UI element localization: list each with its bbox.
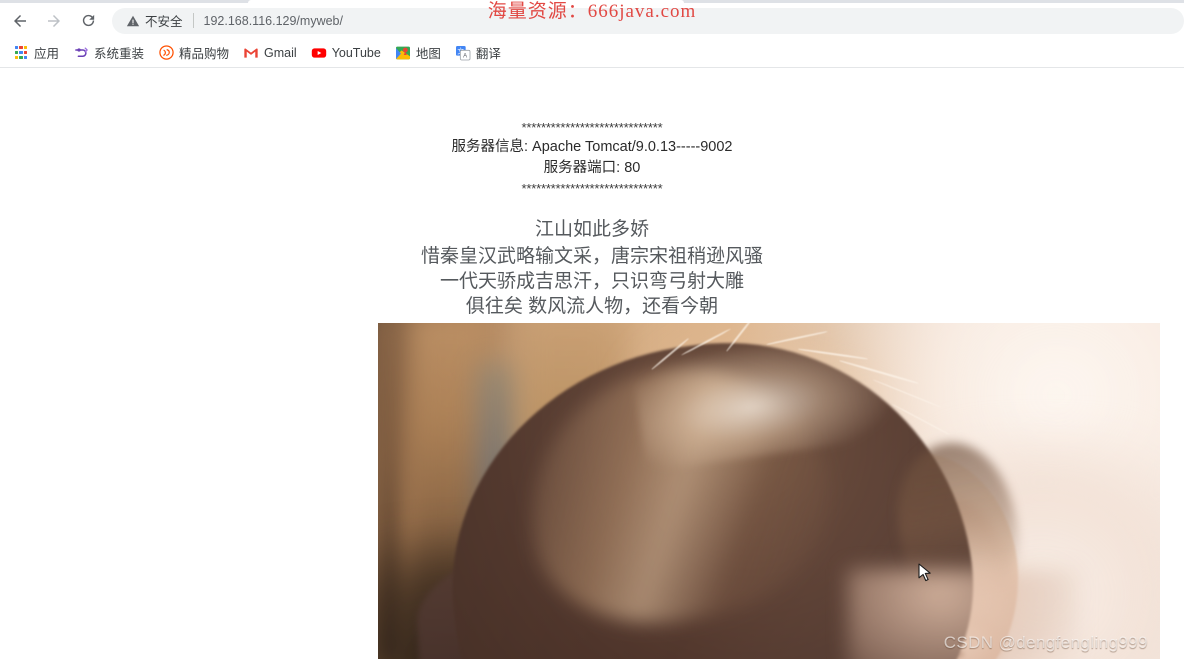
bookmark-shopping[interactable]: 精品购物 <box>151 41 236 64</box>
page-viewport: ***************************** 服务器信息: Apa… <box>0 68 1184 659</box>
back-button[interactable] <box>6 7 34 35</box>
svg-text:A: A <box>463 53 467 59</box>
page-body: ***************************** 服务器信息: Apa… <box>0 68 1184 319</box>
youtube-icon <box>311 45 327 61</box>
forward-button[interactable] <box>40 7 68 35</box>
bookmark-youtube[interactable]: YouTube <box>304 43 388 63</box>
stars-separator-bottom: ***************************** <box>521 181 663 196</box>
translate-icon: 文 A <box>455 45 471 61</box>
warning-triangle-icon <box>126 15 140 26</box>
bookmark-system-reinstall[interactable]: 系统重装 <box>66 41 151 64</box>
poem-block: 江山如此多娇 惜秦皇汉武略输文采，唐宗宋祖稍逊风骚 一代天骄成吉思汗，只识弯弓射… <box>0 215 1184 319</box>
bookmark-label: 应用 <box>34 47 60 61</box>
security-chip[interactable]: 不安全 <box>126 11 183 30</box>
bookmark-label: 翻译 <box>475 47 501 61</box>
taobao-icon <box>158 45 174 61</box>
portrait-figure <box>378 323 1160 659</box>
gmail-icon <box>243 45 259 61</box>
bookmark-apps[interactable]: 应用 <box>6 41 66 64</box>
bookmark-label: Gmail <box>264 45 297 60</box>
browser-chrome: 不安全 192.168.116.129/myweb/ 应用 系统重装 精品购物 … <box>0 0 1184 68</box>
bookmark-translate[interactable]: 文 A 翻译 <box>448 41 508 64</box>
bookmark-label: 精品购物 <box>179 47 230 61</box>
back-arrow-icon <box>14 14 26 27</box>
bookmarks-bar: 应用 系统重装 精品购物 Gmail YouTube 地图 A 翻译 <box>0 38 1184 67</box>
server-port-line: 服务器端口: 80 <box>543 160 641 176</box>
server-info-line: 服务器信息: Apache Tomcat/9.0.13-----9002 <box>451 139 733 155</box>
reload-icon <box>82 14 94 27</box>
reload-button[interactable] <box>74 7 102 35</box>
server-info-block: ***************************** 服务器信息: Apa… <box>0 118 1184 198</box>
address-bar[interactable]: 不安全 192.168.116.129/myweb/ <box>112 7 1184 34</box>
bookmark-label: 地图 <box>415 47 441 61</box>
poem-line-3: 俱往矣 数风流人物，还看今朝 <box>465 296 719 317</box>
forward-arrow-icon <box>48 14 60 27</box>
maps-icon <box>395 45 411 61</box>
csdn-watermark: CSDN @dengfengling999 <box>943 633 1148 652</box>
bookmark-maps[interactable]: 地图 <box>388 41 448 64</box>
photo-canvas: CSDN @dengfengling999 <box>378 323 1160 659</box>
poem-line-1: 惜秦皇汉武略输文采，唐宗宋祖稍逊风骚 <box>420 246 763 267</box>
portrait-photo[interactable]: CSDN @dengfengling999 <box>378 323 1160 659</box>
bookmark-gmail[interactable]: Gmail <box>236 43 304 63</box>
apps-grid-icon <box>13 45 29 61</box>
bookmark-label: 系统重装 <box>94 47 145 61</box>
reinstall-icon <box>73 45 89 61</box>
security-status-text: 不安全 <box>145 15 183 29</box>
bookmark-label: YouTube <box>331 45 381 60</box>
browser-toolbar: 不安全 192.168.116.129/myweb/ <box>0 3 1184 38</box>
omnibox-divider <box>192 13 194 28</box>
poem-title: 江山如此多娇 <box>534 219 649 240</box>
poem-line-2: 一代天骄成吉思汗，只识弯弓射大雕 <box>439 271 744 292</box>
stars-separator-top: ***************************** <box>521 120 663 135</box>
url-text: 192.168.116.129/myweb/ <box>203 13 343 28</box>
